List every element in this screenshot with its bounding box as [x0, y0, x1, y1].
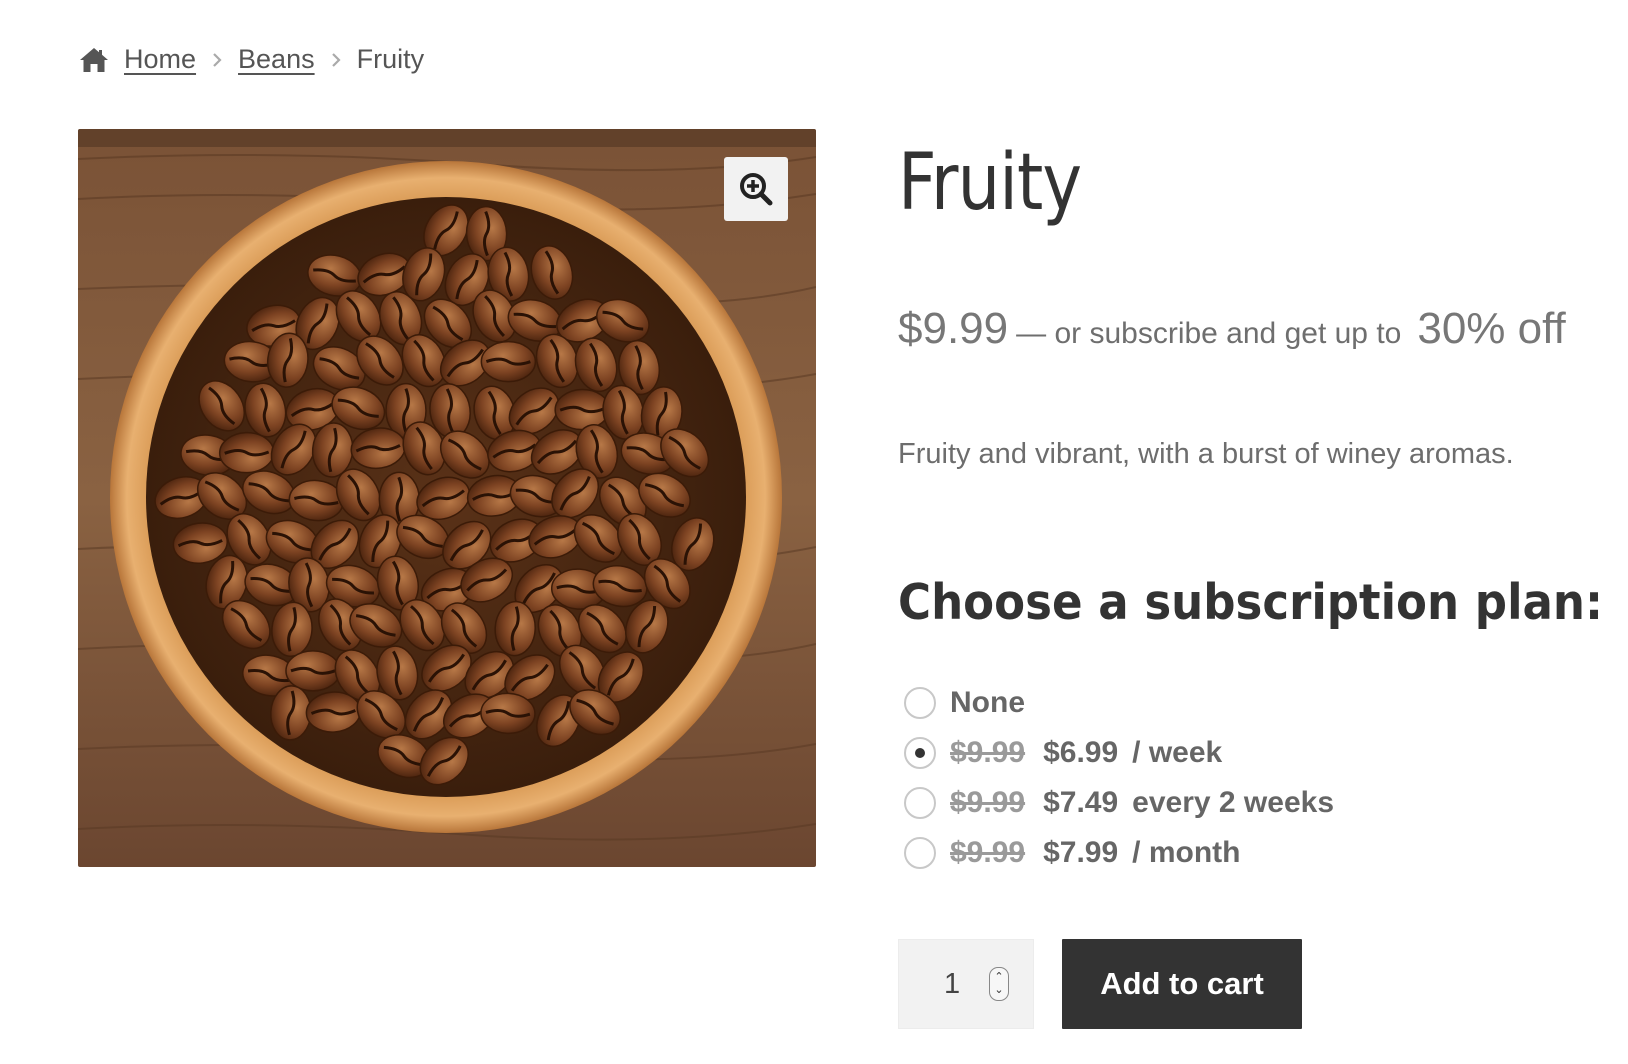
subscription-heading: Choose a subscription plan:	[898, 574, 1604, 631]
plan-new-price: $6.99	[1043, 736, 1119, 769]
product-title: Fruity	[898, 138, 1082, 228]
chevron-up-icon[interactable]: ⌃	[994, 971, 1003, 984]
plan-radio[interactable]	[904, 687, 936, 719]
zoom-in-icon	[740, 173, 773, 206]
plan-period: / month	[1132, 836, 1241, 869]
price-line: $9.99 — or subscribe and get up to 30% o…	[898, 304, 1566, 354]
plan-label: None	[950, 686, 1025, 719]
quantity-input[interactable]: 1	[944, 968, 974, 1001]
plan-radio[interactable]	[904, 837, 936, 869]
breadcrumb-link-beans[interactable]: Beans	[238, 44, 315, 75]
subscription-price-details: — or subscribe and get up to	[1016, 317, 1402, 350]
plan-old-price: $9.99	[950, 836, 1026, 869]
subscription-discount: 30% off	[1417, 304, 1566, 353]
chevron-down-icon[interactable]: ⌄	[994, 984, 1003, 997]
plan-period: / week	[1132, 736, 1223, 769]
plan-old-price: $9.99	[950, 736, 1026, 769]
plan-option-monthly[interactable]: $9.99 $7.99 / month	[904, 828, 1334, 878]
home-icon[interactable]	[78, 46, 110, 74]
product-page: Home Beans Fruity Fruity $9.99 — or subs…	[0, 0, 1628, 1064]
plan-option-biweekly[interactable]: $9.99 $7.49 every 2 weeks	[904, 778, 1334, 828]
plan-period: every 2 weeks	[1132, 786, 1334, 819]
plan-new-price: $7.49	[1043, 786, 1119, 819]
zoom-button[interactable]	[724, 157, 788, 221]
breadcrumb-link-home[interactable]: Home	[124, 44, 196, 75]
plan-option-weekly[interactable]: $9.99 $6.99 / week	[904, 728, 1334, 778]
plan-new-price: $7.99	[1043, 836, 1119, 869]
quantity-spinner[interactable]: ⌃ ⌄	[989, 967, 1009, 1001]
plan-old-price: $9.99	[950, 786, 1026, 819]
product-description: Fruity and vibrant, with a burst of wine…	[898, 438, 1514, 470]
product-image[interactable]	[78, 129, 816, 867]
breadcrumb-current: Fruity	[356, 44, 425, 74]
coffee-beans-photo	[78, 129, 816, 867]
plan-radio[interactable]	[904, 737, 936, 769]
product-price: $9.99	[898, 304, 1009, 353]
chevron-right-icon	[329, 51, 343, 69]
breadcrumb: Home Beans Fruity	[78, 44, 424, 75]
subscription-options: None $9.99 $6.99 / week $9.99 $7.49 ever…	[904, 678, 1334, 878]
chevron-right-icon	[210, 51, 224, 69]
add-to-cart-button[interactable]: Add to cart	[1062, 939, 1302, 1029]
quantity-stepper[interactable]: 1 ⌃ ⌄	[898, 939, 1034, 1029]
plan-option-none[interactable]: None	[904, 678, 1334, 728]
plan-radio[interactable]	[904, 787, 936, 819]
